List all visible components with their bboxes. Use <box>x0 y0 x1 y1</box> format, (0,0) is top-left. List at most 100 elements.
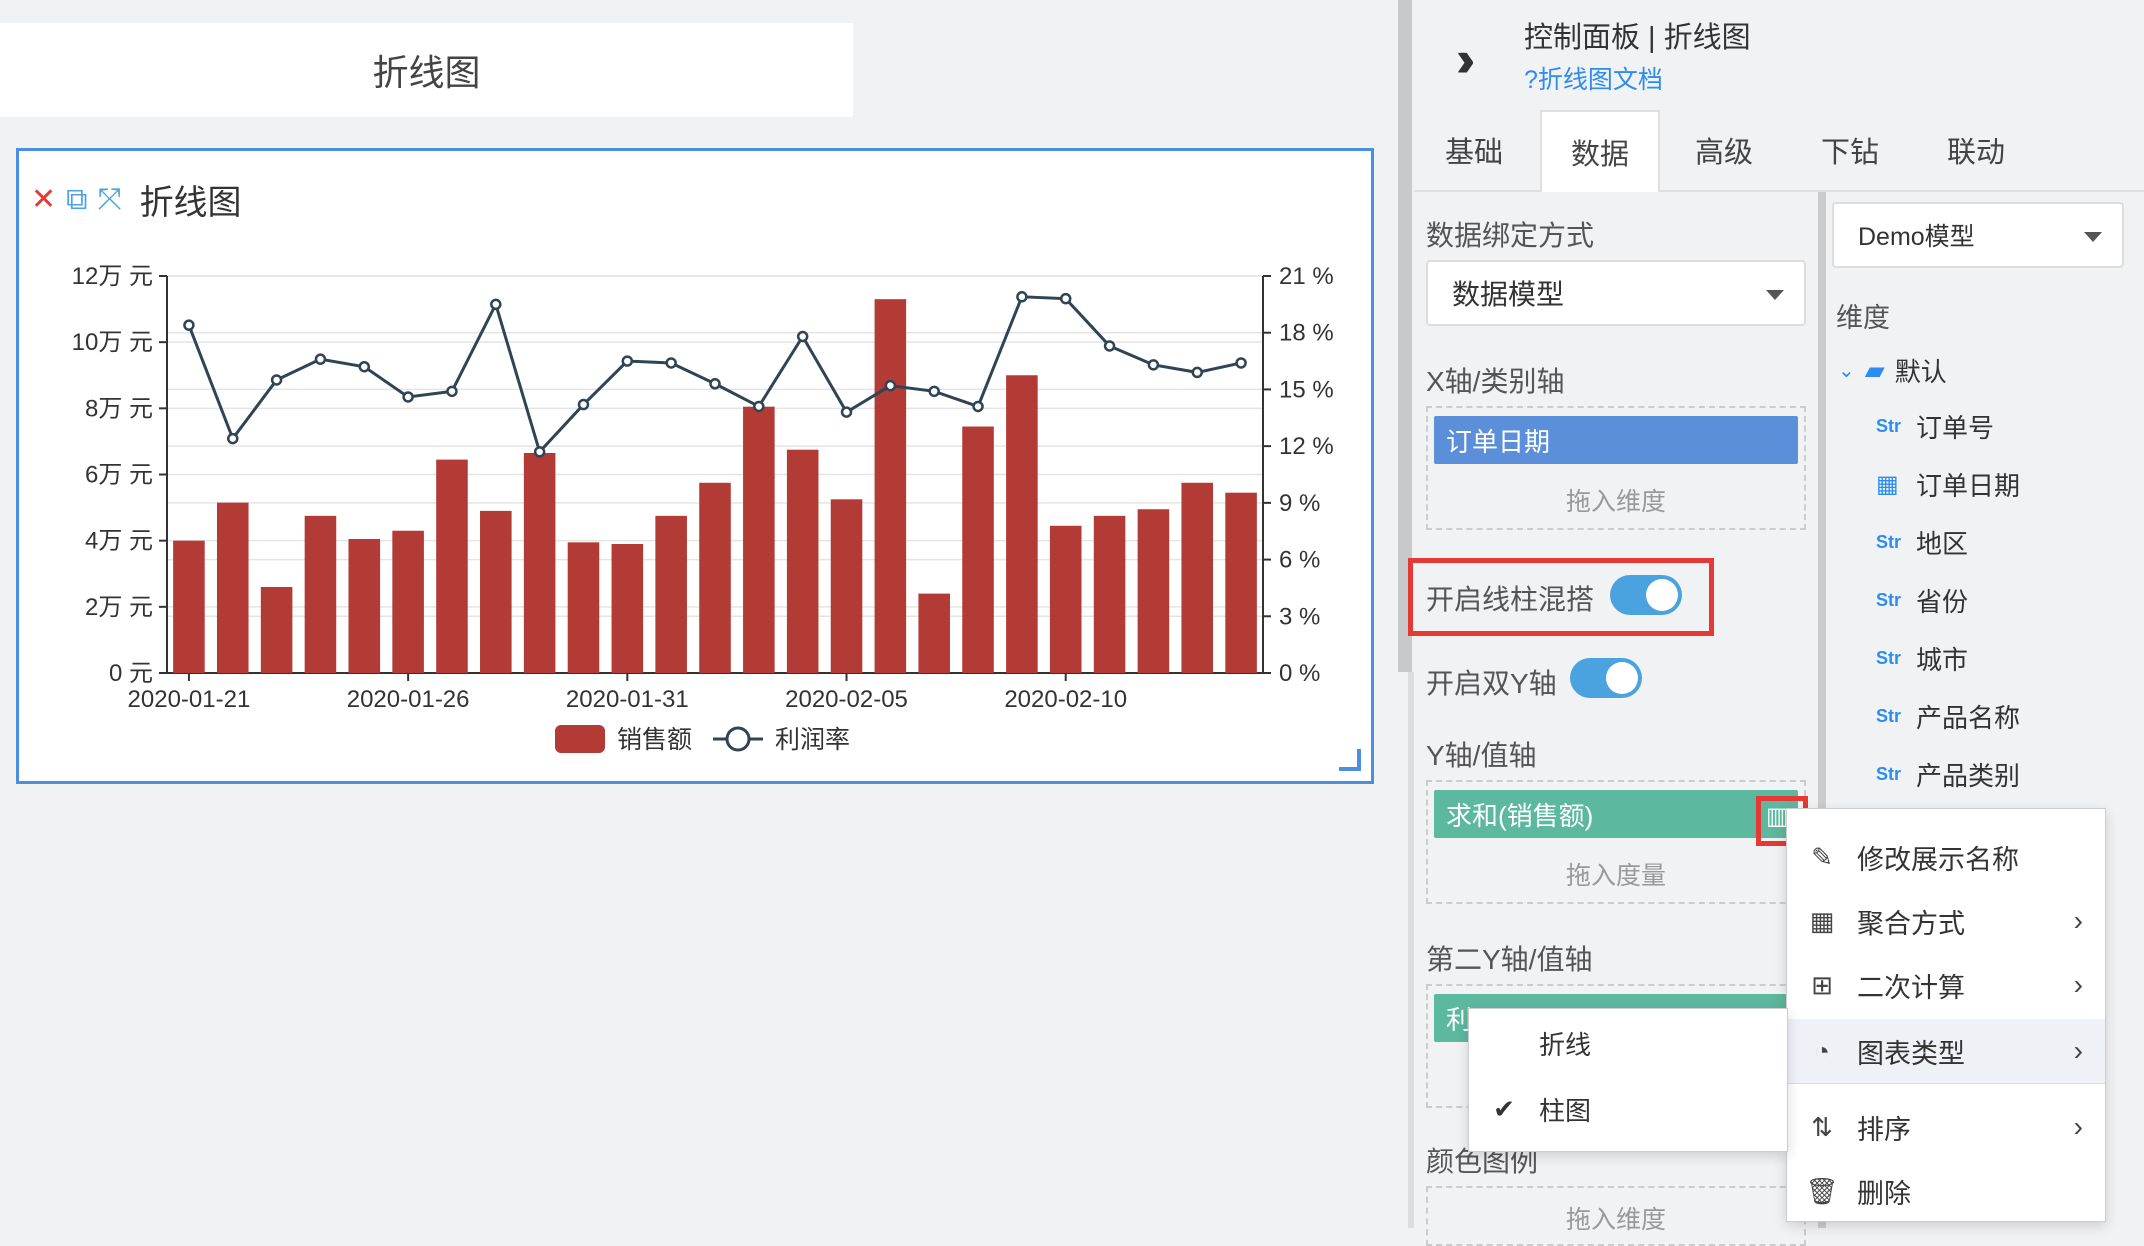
tab-data[interactable]: 数据 <box>1540 110 1660 192</box>
right-axis-tick-label: 9 % <box>1279 490 1320 517</box>
y-axis-label: Y轴/值轴 <box>1426 740 1537 771</box>
right-axis-tick-label: 12 % <box>1279 433 1334 460</box>
line-point <box>490 298 502 311</box>
tree-field[interactable]: Str 订单号 <box>1876 408 1994 445</box>
expand-icon[interactable]: ⤧ <box>98 184 122 215</box>
bar <box>699 482 731 673</box>
field-name: 城市 <box>1916 645 1969 675</box>
bar <box>392 530 424 673</box>
tree-folder-default[interactable]: ⌄ ▰ 默认 <box>1838 352 1947 389</box>
color-legend-hint: 拖入维度 <box>1565 1206 1666 1234</box>
y2-axis-label: 第二Y轴/值轴 <box>1426 944 1593 975</box>
tree-field[interactable]: Str 地区 <box>1876 524 1968 561</box>
line-point <box>840 406 853 418</box>
string-type-icon: Str <box>1876 590 1902 610</box>
color-legend-dropzone[interactable]: 拖入维度 <box>1426 1186 1806 1246</box>
bar <box>436 459 468 673</box>
sort-icon: ⇅ <box>1811 1111 1833 1142</box>
chart-type-submenu: 折线 ✔ 柱图 <box>1468 1008 1788 1152</box>
menu-item-label: 删除 <box>1857 1178 1911 1209</box>
bar <box>962 426 994 673</box>
field-name: 订单号 <box>1916 413 1995 443</box>
x-axis-dropzone[interactable]: 订单日期 拖入维度 <box>1426 406 1806 530</box>
string-type-icon: Str <box>1876 706 1902 726</box>
line-point <box>665 357 677 369</box>
bar <box>786 449 819 673</box>
line-point <box>1016 291 1028 303</box>
tab-label: 联动 <box>1946 137 2005 169</box>
menu-item-rename[interactable]: ✎ 修改展示名称 <box>1787 827 2105 887</box>
x-axis-field-pill[interactable]: 订单日期 <box>1434 416 1798 464</box>
mix-toggle[interactable] <box>1610 575 1682 615</box>
bar <box>523 452 556 673</box>
tab-label: 数据 <box>1570 139 1629 171</box>
field-context-menu: ✎ 修改展示名称 ▦ 聚合方式 › ⊞ 二次计算 › ◔ 图表类型 › ⇅ 排序… <box>1786 808 2106 1222</box>
left-axis-tick-label: 0 元 <box>109 660 153 687</box>
menu-item-sort[interactable]: ⇅ 排序 › <box>1787 1097 2105 1157</box>
chart-widget[interactable]: 0 元 2万 元 4万 元 6万 元 8万 元 10万 元 12万 元 0 % 3 % 6 % 9 … <box>16 148 1374 784</box>
model-select-value: Demo模型 <box>1858 223 1975 251</box>
chevron-down-icon: ⌄ <box>1838 360 1855 382</box>
dual-y-toggle[interactable] <box>1570 658 1642 698</box>
menu-item-chart-type[interactable]: ◔ 图表类型 › <box>1787 1019 2105 1083</box>
bar <box>348 539 381 673</box>
menu-item-delete[interactable]: 🗑 删除 <box>1787 1161 2105 1221</box>
bar <box>1181 482 1214 673</box>
string-type-icon: Str <box>1876 648 1902 668</box>
folder-icon: ▰ <box>1864 355 1885 385</box>
line-point <box>884 379 897 392</box>
left-axis-tick-label: 2万 元 <box>85 594 153 621</box>
line-point <box>358 360 371 373</box>
folder-label: 默认 <box>1894 357 1947 387</box>
doc-link[interactable]: ?折线图文档 <box>1524 60 1663 96</box>
line-point <box>402 391 414 403</box>
copy-icon[interactable]: ⧉ <box>66 184 87 215</box>
tab-linkage[interactable]: 联动 <box>1916 110 2036 190</box>
bar <box>611 543 644 673</box>
field-name: 订单日期 <box>1916 471 2021 501</box>
line-point <box>270 374 283 386</box>
menu-item-label: 修改展示名称 <box>1857 844 2019 875</box>
tree-field[interactable]: Str 产品类别 <box>1876 756 2020 793</box>
line-point <box>1235 357 1247 369</box>
menu-item-secondary-calc[interactable]: ⊞ 二次计算 › <box>1787 955 2105 1015</box>
tree-field[interactable]: Str 城市 <box>1876 640 1968 677</box>
binding-value: 数据模型 <box>1452 279 1565 310</box>
chart-svg: 0 元 2万 元 4万 元 6万 元 8万 元 10万 元 12万 元 0 % 3 % 6 % 9 … <box>72 263 1334 754</box>
widget-title: 折线图 <box>139 184 242 222</box>
x-axis-tick-label: 2020-02-05 <box>785 686 908 713</box>
tab-drilldown[interactable]: 下钻 <box>1790 110 1910 190</box>
caret-down-icon <box>1766 290 1784 300</box>
tab-basic[interactable]: 基础 <box>1414 110 1534 190</box>
chevron-right-icon: › <box>2073 1111 2083 1142</box>
field-name: 地区 <box>1916 529 1969 559</box>
y-axis-dropzone[interactable]: 求和(销售额) 拖入度量 <box>1426 780 1806 904</box>
dimension-label: 维度 <box>1836 303 1890 333</box>
x-axis-tick-label: 2020-01-31 <box>566 686 689 713</box>
line-point <box>533 446 546 458</box>
model-select[interactable]: Demo模型 <box>1832 202 2124 268</box>
submenu-item-line[interactable]: 折线 <box>1469 1013 1787 1073</box>
menu-item-aggregation[interactable]: ▦ 聚合方式 › <box>1787 891 2105 951</box>
submenu-item-bar[interactable]: ✔ 柱图 <box>1469 1079 1787 1139</box>
right-axis-tick-label: 0 % <box>1279 660 1320 687</box>
line-point <box>1059 292 1072 305</box>
y-axis-field-pill[interactable]: 求和(销售额) <box>1434 790 1798 838</box>
tab-advanced[interactable]: 高级 <box>1664 110 1784 190</box>
submenu-item-label: 折线 <box>1539 1029 1592 1060</box>
tree-field[interactable]: Str 省份 <box>1876 582 1968 619</box>
tree-field[interactable]: ▦ 订单日期 <box>1876 466 2020 503</box>
tree-field[interactable]: Str 产品名称 <box>1876 698 2020 735</box>
bar <box>830 499 863 673</box>
resize-handle[interactable] <box>1339 749 1361 771</box>
canvas-title-card[interactable]: 折线图 <box>0 23 853 117</box>
bar <box>260 586 293 673</box>
line-point <box>972 400 984 413</box>
binding-select[interactable]: 数据模型 <box>1426 260 1806 326</box>
close-icon[interactable]: ✕ <box>31 184 56 215</box>
line-series <box>187 295 1242 455</box>
bar <box>304 515 337 673</box>
bar <box>918 593 950 673</box>
line-point <box>621 355 634 367</box>
collapse-panel-icon[interactable]: ›› <box>1456 30 1476 88</box>
